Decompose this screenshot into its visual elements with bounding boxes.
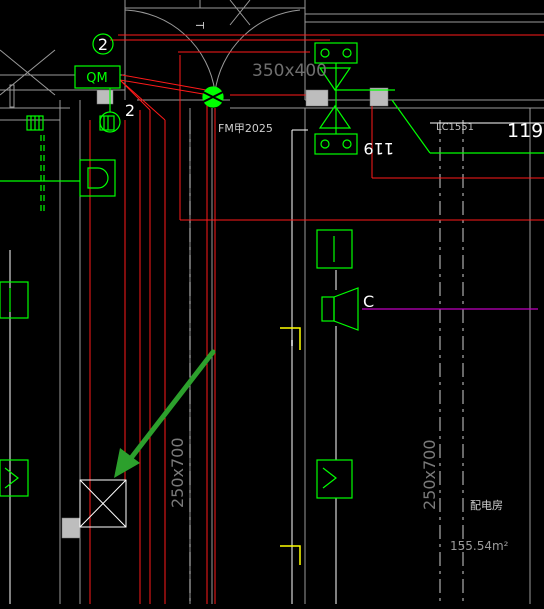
electrical-symbols	[0, 33, 544, 499]
room-area: 155.54m²	[450, 539, 509, 553]
speaker-icon[interactable]	[333, 287, 359, 331]
wall-outlines	[0, 0, 544, 604]
door-swing-mark: T	[193, 21, 206, 29]
distribution-cabinet[interactable]	[79, 479, 127, 528]
junction-box-left-top[interactable]	[0, 281, 29, 319]
socket-icon[interactable]	[79, 159, 116, 197]
duct-size-left: 250x700	[168, 437, 187, 508]
cad-drawing-canvas[interactable]: QM 2 2 FM甲2025 350x400 LC1551 119 119 C …	[0, 0, 544, 604]
door-brackets	[280, 327, 301, 565]
room-name: 配电房	[470, 499, 503, 512]
callout-number-top: 2	[98, 35, 108, 54]
qm-label: QM	[86, 71, 107, 86]
switch-box-left[interactable]	[0, 459, 29, 497]
duct-size-right: 250x700	[420, 439, 439, 510]
room-number-right: 119	[507, 120, 543, 142]
door-code-lc: LC1551	[436, 122, 474, 133]
door-code-fm: FM甲2025	[218, 122, 273, 135]
callout-circle-bottom	[99, 111, 121, 133]
duct-size-top: 350x400	[252, 61, 327, 81]
floor-plan-svg: QM 2 2 FM甲2025 350x400 LC1551 119 119 C …	[0, 0, 544, 604]
pointer-arrow	[114, 349, 216, 478]
room-number-mirrored: 119	[363, 139, 394, 158]
axis-lines	[189, 120, 464, 604]
callout-number-bottom: 2	[125, 101, 135, 120]
speaker-letter: C	[363, 292, 374, 311]
red-cable-lines	[89, 34, 544, 604]
hatched-columns	[61, 87, 389, 539]
